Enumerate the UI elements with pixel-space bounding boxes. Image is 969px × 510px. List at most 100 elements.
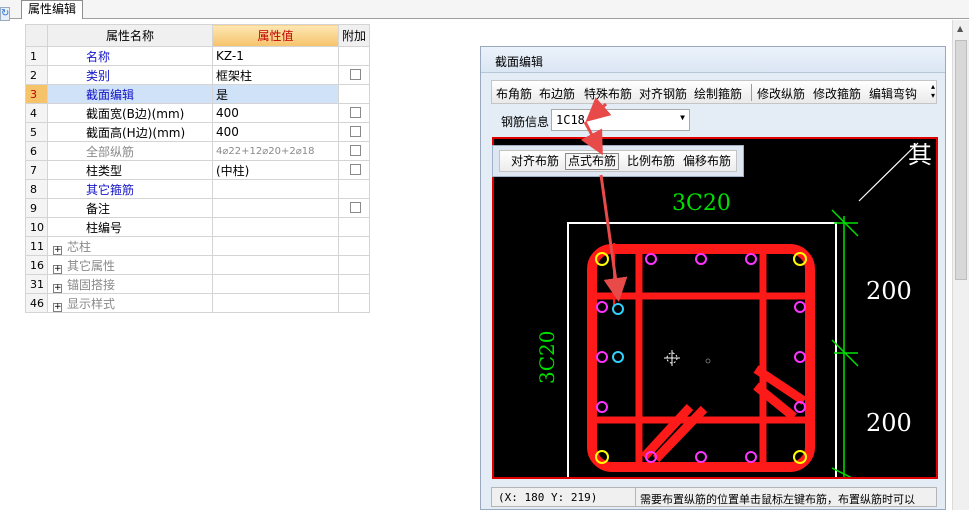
mode-proportional-rebar-button[interactable]: 比例布筋: [624, 153, 678, 170]
table-row[interactable]: 4 截面宽(B边)(mm) 400: [25, 103, 371, 123]
scroll-up-icon[interactable]: ▲: [957, 24, 963, 33]
property-value[interactable]: KZ-1: [212, 46, 339, 66]
property-name-cell[interactable]: + 其它属性: [47, 255, 213, 275]
edge-rebar[interactable]: [596, 351, 608, 363]
edge-rebar[interactable]: [745, 253, 757, 265]
placed-point-rebar[interactable]: [612, 351, 624, 363]
property-name-cell[interactable]: 类别: [47, 65, 213, 85]
table-row[interactable]: 8 其它箍筋: [25, 179, 371, 199]
property-name-cell[interactable]: 柱类型: [47, 160, 213, 180]
property-name-cell[interactable]: 名称: [47, 46, 213, 66]
rebar-info-combobox[interactable]: 1C18 ▼: [551, 109, 690, 131]
section-window-titlebar[interactable]: 截面编辑: [481, 47, 945, 73]
property-name-cell[interactable]: 备注: [47, 198, 213, 218]
property-name: 显示样式: [67, 296, 116, 311]
toolbar-edge-rebar-button[interactable]: 布边筋: [539, 85, 575, 102]
attach-checkbox[interactable]: [350, 107, 361, 118]
expand-icon[interactable]: +: [53, 302, 62, 312]
mode-point-rebar-button[interactable]: 点式布筋: [565, 153, 620, 170]
property-name-cell[interactable]: 柱编号: [47, 217, 213, 237]
toolbar-edit-hook-button[interactable]: 编辑弯钩: [869, 85, 917, 102]
edge-rebar[interactable]: [794, 351, 806, 363]
dropdown-arrow-icon[interactable]: ▼: [680, 113, 685, 122]
property-name-cell[interactable]: + 显示样式: [47, 293, 213, 313]
table-row[interactable]: 31 + 锚固搭接: [25, 274, 371, 294]
expand-icon[interactable]: +: [53, 264, 62, 274]
corner-label: 其: [908, 141, 932, 169]
property-value[interactable]: [212, 179, 339, 199]
table-row[interactable]: 6 全部纵筋 4⌀22+12⌀20+2⌀18: [25, 141, 371, 161]
property-name-cell[interactable]: 其它箍筋: [47, 179, 213, 199]
property-name-cell[interactable]: + 锚固搭接: [47, 274, 213, 294]
row-number: 7: [25, 160, 48, 180]
outer-stirrup: [587, 244, 815, 472]
edge-rebar[interactable]: [695, 253, 707, 265]
section-drawing[interactable]: 其 3C20 3C20 200 200: [494, 139, 936, 477]
table-row[interactable]: 7 柱类型 (中柱): [25, 160, 371, 180]
property-value[interactable]: (中柱): [212, 160, 339, 180]
edge-rebar[interactable]: [596, 401, 608, 413]
toolbar-special-rebar-button[interactable]: 特殊布筋: [584, 85, 632, 102]
edge-rebar[interactable]: [645, 253, 657, 265]
property-value[interactable]: [212, 293, 339, 313]
property-value[interactable]: 框架柱: [212, 65, 339, 85]
expand-icon[interactable]: +: [53, 245, 62, 255]
scrollbar-thumb[interactable]: [955, 40, 967, 280]
property-value[interactable]: [212, 217, 339, 237]
attach-checkbox[interactable]: [350, 202, 361, 213]
attach-cell: [337, 141, 371, 161]
property-value[interactable]: [212, 198, 339, 218]
vertical-scrollbar[interactable]: ▲: [952, 20, 969, 510]
section-toolbar: 布角筋 布边筋 特殊布筋 对齐钢筋 绘制箍筋 修改纵筋 修改箍筋 编辑弯钩 ▴ ▾: [491, 80, 937, 104]
edge-rebar[interactable]: [695, 451, 707, 463]
property-value[interactable]: 400: [212, 103, 339, 123]
attach-checkbox[interactable]: [350, 126, 361, 137]
attach-cell: [337, 198, 371, 218]
property-name-cell[interactable]: 截面高(H边)(mm): [47, 122, 213, 142]
toolbar-modify-stirrup-button[interactable]: 修改箍筋: [813, 85, 861, 102]
table-row[interactable]: 5 截面高(H边)(mm) 400: [25, 122, 371, 142]
tab-property-edit[interactable]: 属性编辑: [21, 0, 84, 19]
property-value[interactable]: [212, 255, 339, 275]
attach-checkbox[interactable]: [350, 145, 361, 156]
table-row[interactable]: 10 柱编号: [25, 217, 371, 237]
attach-checkbox[interactable]: [350, 69, 361, 80]
edge-rebar[interactable]: [745, 451, 757, 463]
table-row[interactable]: 46 + 显示样式: [25, 293, 371, 313]
section-canvas[interactable]: 其 3C20 3C20 200 200: [492, 137, 938, 479]
header-name[interactable]: 属性名称: [47, 24, 213, 47]
property-value[interactable]: [212, 274, 339, 294]
table-row[interactable]: 3 截面编辑 是: [25, 84, 371, 104]
attach-checkbox[interactable]: [350, 164, 361, 175]
panel-toggle-button[interactable]: ↻: [0, 7, 10, 21]
toolbar-draw-stirrup-button[interactable]: 绘制箍筋: [694, 85, 742, 102]
table-row[interactable]: 16 + 其它属性: [25, 255, 371, 275]
attach-cell: [337, 255, 371, 275]
mode-offset-rebar-button[interactable]: 偏移布筋: [680, 153, 734, 170]
attach-cell: [337, 160, 371, 180]
header-attach[interactable]: 附加: [337, 24, 371, 47]
property-name-cell[interactable]: 截面宽(B边)(mm): [47, 103, 213, 123]
property-name-cell[interactable]: 截面编辑: [47, 84, 213, 104]
edge-rebar[interactable]: [596, 301, 608, 313]
expand-icon[interactable]: +: [53, 283, 62, 293]
placed-point-rebar[interactable]: [612, 303, 624, 315]
property-name-cell[interactable]: + 芯柱: [47, 236, 213, 256]
mode-align-rebar-button[interactable]: 对齐布筋: [508, 153, 562, 170]
property-value[interactable]: [212, 236, 339, 256]
header-value[interactable]: 属性值: [212, 24, 339, 47]
toolbar-corner-rebar-button[interactable]: 布角筋: [496, 85, 532, 102]
property-value[interactable]: 是: [212, 84, 339, 104]
table-row[interactable]: 9 备注: [25, 198, 371, 218]
table-row[interactable]: 1 名称 KZ-1: [25, 46, 371, 66]
property-name-cell[interactable]: 全部纵筋: [47, 141, 213, 161]
table-row[interactable]: 11 + 芯柱: [25, 236, 371, 256]
toolbar-modify-longitudinal-button[interactable]: 修改纵筋: [757, 85, 805, 102]
property-value[interactable]: 4⌀22+12⌀20+2⌀18: [212, 141, 339, 161]
property-value[interactable]: 400: [212, 122, 339, 142]
toolbar-align-rebar-button[interactable]: 对齐钢筋: [639, 85, 687, 102]
edge-rebar[interactable]: [794, 301, 806, 313]
rebar-mode-toolbar: 对齐布筋 点式布筋 比例布筋 偏移布筋: [492, 145, 744, 177]
toolbar-overflow-icon[interactable]: ▴ ▾: [931, 82, 935, 100]
table-row[interactable]: 2 类别 框架柱: [25, 65, 371, 85]
